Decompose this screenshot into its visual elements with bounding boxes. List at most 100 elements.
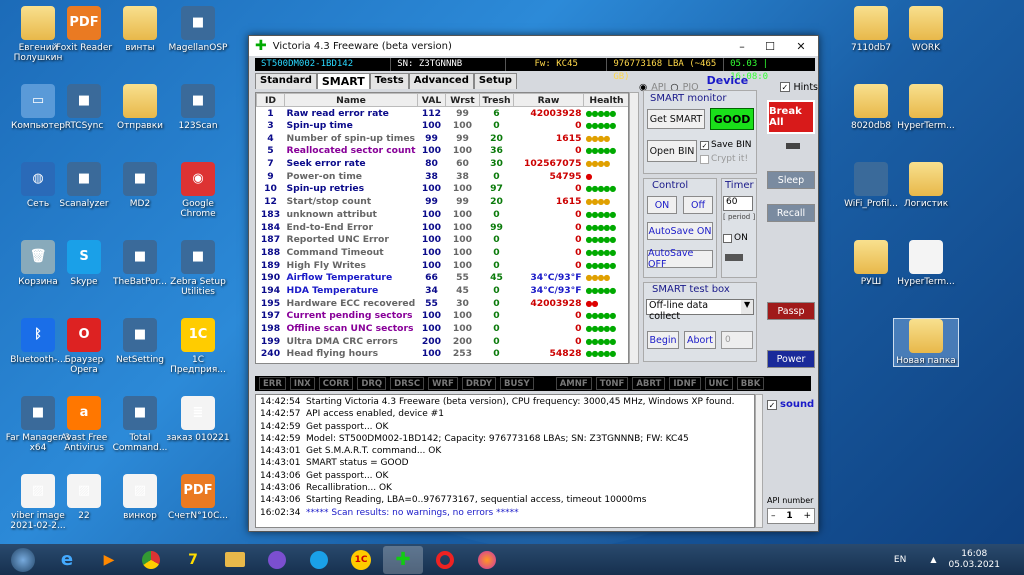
chevron-down-icon[interactable]: ▼ <box>741 300 753 314</box>
abort-button[interactable]: Abort <box>684 331 716 349</box>
minimize-icon[interactable]: – <box>728 37 756 55</box>
taskbar-explorer-icon[interactable] <box>215 546 255 574</box>
tab-standard[interactable]: Standard <box>255 73 317 89</box>
taskbar-7zip-icon[interactable]: 7 <box>173 546 213 574</box>
crypt-option[interactable]: Crypt it! <box>700 154 748 164</box>
col-wrst[interactable]: Wrst <box>444 93 480 107</box>
hints-checkbox[interactable]: ✓ <box>780 82 790 92</box>
table-row[interactable]: 194 HDA Temperature 34 45 0 34°C/93°F ●●●●● <box>257 284 629 297</box>
desktop-shortcut[interactable]: Отправки <box>107 84 173 131</box>
taskbar-chrome-icon[interactable] <box>131 546 171 574</box>
taskbar-victoria-icon[interactable]: ✚ <box>383 545 423 574</box>
tray-chevron-icon[interactable]: ▲ <box>930 555 936 564</box>
increment-icon[interactable]: + <box>803 511 811 521</box>
decrement-icon[interactable]: – <box>771 511 776 521</box>
language-indicator[interactable]: EN <box>894 555 906 565</box>
sound-option[interactable]: ✓ sound <box>767 399 814 410</box>
table-row[interactable]: 184 End-to-End Error 100 100 99 0 ●●●●● <box>257 221 629 234</box>
table-row[interactable]: 199 Ultra DMA CRC errors 200 200 0 0 ●●●●● <box>257 335 629 348</box>
desktop-shortcut[interactable]: ▨ винкор <box>107 474 173 521</box>
off-button[interactable]: Off <box>683 196 713 214</box>
desktop-shortcut[interactable]: винты <box>107 6 173 53</box>
timer-on-option[interactable]: ON <box>723 233 748 243</box>
save-bin-option[interactable]: ✓ Save BIN <box>700 140 752 150</box>
desktop-shortcut[interactable]: Новая папка <box>893 318 959 367</box>
table-row[interactable]: 198 Offline scan UNC sectors 100 100 0 0 ●●●●● <box>257 322 629 335</box>
recall-button[interactable]: Recall <box>767 204 815 222</box>
table-row[interactable]: 183 unknown attribut 100 100 0 0 ●●●●● <box>257 208 629 221</box>
close-icon[interactable]: ✕ <box>784 37 818 55</box>
on-button[interactable]: ON <box>647 196 677 214</box>
col-health[interactable]: Health <box>582 93 628 107</box>
desktop-shortcut[interactable]: PDF СчетN°10С... <box>165 474 231 521</box>
table-row[interactable]: 5 Reallocated sector count 100 100 36 0 ●●●●● <box>257 145 629 158</box>
desktop-shortcut[interactable]: ■ Zebra Setup Utilities <box>165 240 231 297</box>
taskbar-viber-icon[interactable] <box>257 546 297 574</box>
table-row[interactable]: 197 Current pending sectors 100 100 0 0 ●●●●● <box>257 310 629 323</box>
timer-on-checkbox[interactable] <box>723 233 732 243</box>
desktop-shortcut[interactable]: ≣ заказ 010221 <box>165 396 231 443</box>
table-row[interactable]: 3 Spin-up time 100 100 0 0 ●●●●● <box>257 119 629 132</box>
col-tresh[interactable]: Tresh <box>478 93 514 107</box>
title-bar[interactable]: ✚ Victoria 4.3 Freeware (beta version) –… <box>249 36 818 56</box>
table-row[interactable]: 7 Seek error rate 80 60 30 102567075 ●●●● <box>257 157 629 170</box>
desktop-shortcut[interactable]: WORK <box>893 6 959 53</box>
table-row[interactable]: 1 Raw read error rate 112 99 6 42003928 ●●●●● <box>257 107 629 120</box>
save-bin-checkbox[interactable]: ✓ <box>700 140 709 150</box>
taskbar-media-icon[interactable]: ▶ <box>89 546 129 574</box>
col-raw[interactable]: Raw <box>512 93 584 107</box>
clock[interactable]: 16:08 05.03.2021 <box>948 549 1000 571</box>
desktop-shortcut[interactable]: ■ NetSetting <box>107 318 173 365</box>
desktop-shortcut[interactable]: HyperTerm... <box>893 84 959 131</box>
desktop-shortcut[interactable]: ■ TheBatPor... <box>107 240 173 287</box>
sound-checkbox[interactable]: ✓ <box>767 399 777 410</box>
table-row[interactable]: 195 Hardware ECC recovered 55 30 0 42003928 ●● <box>257 297 629 310</box>
desktop-shortcut[interactable]: ■ MagellanOSP <box>165 6 231 53</box>
begin-button[interactable]: Begin <box>647 331 679 349</box>
tab-tests[interactable]: Tests <box>369 73 409 89</box>
crypt-checkbox[interactable] <box>700 154 709 164</box>
desktop-shortcut[interactable]: 1С 1С Предприя... <box>165 318 231 375</box>
desktop-shortcut[interactable]: Логистик <box>893 162 959 209</box>
table-row[interactable]: 12 Start/stop count 99 99 20 1615 ●●●● <box>257 195 629 208</box>
sleep-button[interactable]: Sleep <box>767 171 815 189</box>
api-number-stepper[interactable]: –1 + <box>767 508 815 524</box>
log-scrollbar[interactable] <box>755 394 763 528</box>
table-scrollbar[interactable] <box>629 92 639 364</box>
autosave-on-button[interactable]: AutoSave ON <box>647 222 713 240</box>
tab-advanced[interactable]: Advanced <box>408 73 474 89</box>
desktop-shortcut[interactable]: ■ 123Scan <box>165 84 231 131</box>
taskbar-opera-icon[interactable] <box>425 546 465 574</box>
table-row[interactable]: 189 High Fly Writes 100 100 0 0 ●●●●● <box>257 259 629 272</box>
tab-setup[interactable]: Setup <box>473 73 517 89</box>
table-row[interactable]: 4 Number of spin-up times 99 99 20 1615 ●●●● <box>257 132 629 145</box>
desktop-shortcut[interactable]: ■ Total Command... <box>107 396 173 453</box>
table-row[interactable]: 190 Airflow Temperature 66 55 45 34°C/93°F ●●●… <box>257 271 629 284</box>
col-id[interactable]: ID <box>256 93 285 107</box>
timer-input[interactable]: 60 <box>723 196 753 211</box>
tab-smart[interactable]: SMART <box>316 73 370 89</box>
desktop-shortcut[interactable]: ■ MD2 <box>107 162 173 209</box>
open-bin-button[interactable]: Open BIN <box>647 140 697 162</box>
taskbar-1c-icon[interactable]: 1С <box>341 546 381 574</box>
start-button[interactable] <box>1 546 45 574</box>
col-name[interactable]: Name <box>284 93 418 107</box>
test-mode-select[interactable]: Off-line data collect ▼ <box>646 299 754 322</box>
passp-button[interactable]: Passp <box>767 302 815 320</box>
desktop-shortcut[interactable]: ◉ Google Chrome <box>165 162 231 219</box>
get-smart-button[interactable]: Get SMART <box>647 109 705 129</box>
taskbar-skype-icon[interactable] <box>299 546 339 574</box>
table-row[interactable]: 9 Power-on time 38 38 0 54795 ● <box>257 170 629 183</box>
autosave-off-button[interactable]: AutoSave OFF <box>647 248 713 270</box>
table-row[interactable]: 188 Command Timeout 100 100 0 0 ●●●●● <box>257 246 629 259</box>
power-button[interactable]: Power <box>767 350 815 368</box>
table-row[interactable]: 187 Reported UNC Error 100 100 0 0 ●●●●● <box>257 233 629 246</box>
maximize-icon[interactable]: ☐ <box>756 37 784 55</box>
desktop-shortcut[interactable]: HyperTerm... <box>893 240 959 287</box>
col-val[interactable]: VAL <box>416 93 446 107</box>
table-row[interactable]: 10 Spin-up retries 100 100 97 0 ●●●●● <box>257 183 629 196</box>
taskbar-firefox-icon[interactable] <box>467 546 507 574</box>
taskbar-ie-icon[interactable]: e <box>47 546 87 574</box>
table-row[interactable]: 240 Head flying hours 100 253 0 54828 ●●●●● <box>257 348 629 361</box>
break-all-button[interactable]: Break All <box>767 100 815 134</box>
